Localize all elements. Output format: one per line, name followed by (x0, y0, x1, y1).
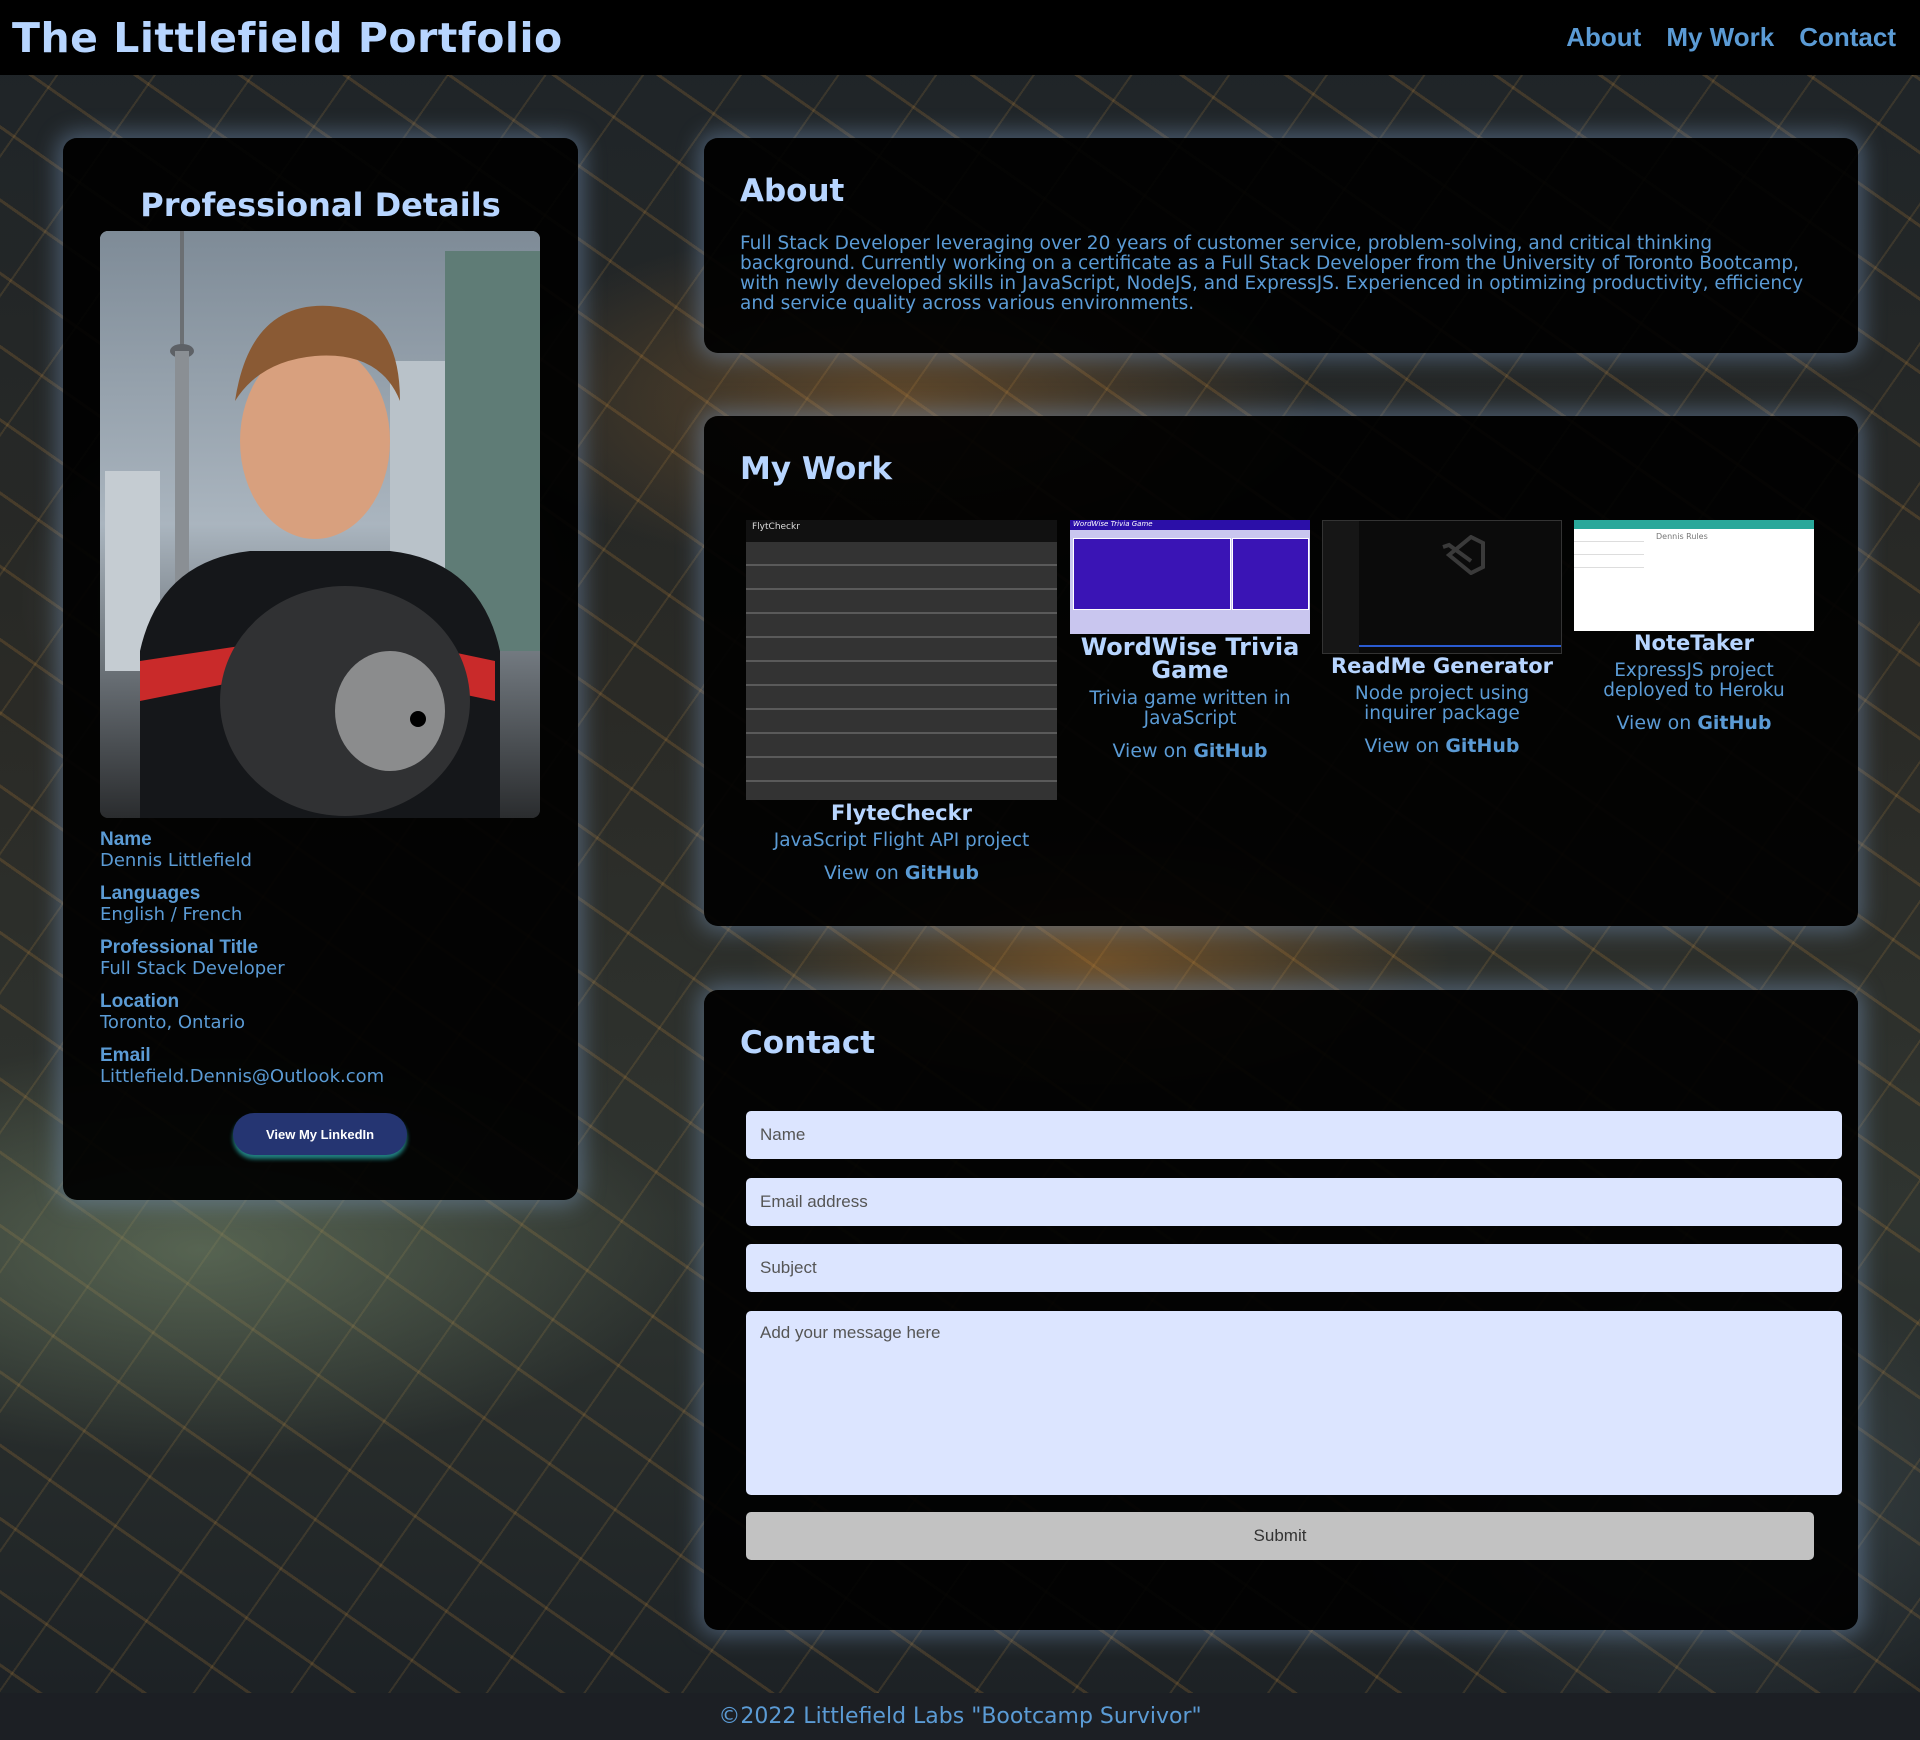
project-title: FlyteCheckr (831, 801, 972, 825)
project-screenshot[interactable]: Dennis Rules (1574, 520, 1814, 631)
project-description: JavaScript Flight API project (773, 830, 1030, 851)
contact-heading: Contact (740, 1025, 876, 1061)
project-card-notetaker: Dennis Rules NoteTaker ExpressJS project… (1574, 520, 1814, 734)
project-description: ExpressJS project deployed to Heroku (1603, 660, 1785, 701)
about-panel: About Full Stack Developer leveraging ov… (704, 138, 1858, 353)
github-link[interactable]: View on GitHub (1070, 740, 1310, 762)
detail-value: Dennis Littlefield (100, 850, 252, 871)
detail-value: Littlefield.Dennis@Outlook.com (100, 1066, 385, 1087)
nav-link-my-work[interactable]: My Work (1666, 22, 1774, 53)
site-footer: ©2022 Littlefield Labs "Bootcamp Survivo… (0, 1693, 1920, 1740)
screenshot-app-label: FlytCheckr (746, 520, 1057, 542)
professional-details-panel: Professional Details Name Dennis Littlef… (63, 138, 578, 1200)
screenshot-status-bar (1359, 645, 1561, 647)
detail-value: Toronto, Ontario (100, 1012, 245, 1033)
email-input[interactable] (746, 1178, 1842, 1226)
name-input[interactable] (746, 1111, 1842, 1159)
github-link-strong: GitHub (904, 862, 980, 884)
github-link-strong: GitHub (1697, 712, 1772, 734)
screenshot-app-label: WordWise Trivia Game (1070, 520, 1310, 530)
detail-label: Email (100, 1045, 151, 1066)
about-heading: About (740, 173, 845, 209)
screenshot-editor-sidebar (1323, 521, 1359, 653)
detail-label: Languages (100, 883, 201, 904)
project-card-wordwise: WordWise Trivia Game WordWise Trivia Gam… (1070, 520, 1310, 762)
project-screenshot[interactable]: FlytCheckr (746, 520, 1057, 800)
github-link-prefix: View on (823, 862, 905, 884)
github-link[interactable]: View on GitHub (1574, 712, 1814, 734)
project-screenshot[interactable] (1322, 520, 1562, 654)
profile-photo (100, 231, 540, 818)
project-title: ReadMe Generator (1330, 654, 1554, 678)
main-nav: About My Work Contact (1566, 22, 1896, 53)
footer-text: ©2022 Littlefield Labs "Bootcamp Survivo… (718, 1704, 1202, 1729)
details-heading: Professional Details (140, 186, 501, 224)
contact-panel: Contact Submit (704, 990, 1858, 1630)
view-linkedin-button[interactable]: View My LinkedIn (233, 1113, 407, 1155)
detail-label: Professional Title (100, 937, 259, 958)
github-link-prefix: View on (1112, 740, 1194, 762)
project-title: WordWise Trivia Game (1080, 633, 1300, 684)
github-link[interactable]: View on GitHub (746, 862, 1057, 884)
nav-link-about[interactable]: About (1566, 22, 1641, 53)
detail-name: Name Dennis Littlefield (100, 830, 560, 872)
detail-label: Name (100, 829, 152, 850)
project-card-readme-generator: ReadMe Generator Node project using inqu… (1322, 520, 1562, 757)
my-work-heading: My Work (740, 451, 893, 487)
detail-value: Full Stack Developer (100, 958, 285, 979)
project-screenshot[interactable]: WordWise Trivia Game (1070, 520, 1310, 634)
screenshot-nav-bar (1574, 520, 1814, 529)
detail-value: English / French (100, 904, 243, 925)
detail-languages: Languages English / French (100, 884, 560, 926)
my-work-panel: My Work FlytCheckr FlyteCheckr JavaScrip… (704, 416, 1858, 926)
about-text: Full Stack Developer leveraging over 20 … (740, 233, 1804, 314)
github-link-prefix: View on (1364, 735, 1446, 757)
github-link-prefix: View on (1616, 712, 1698, 734)
site-title: The Littlefield Portfolio (12, 13, 563, 62)
github-link[interactable]: View on GitHub (1322, 735, 1562, 757)
detail-label: Location (100, 991, 180, 1012)
github-link-strong: GitHub (1193, 740, 1268, 762)
detail-email: Email Littlefield.Dennis@Outlook.com (100, 1046, 560, 1088)
site-header: The Littlefield Portfolio About My Work … (0, 0, 1920, 75)
detail-professional-title: Professional Title Full Stack Developer (100, 938, 560, 980)
detail-location: Location Toronto, Ontario (100, 992, 560, 1034)
screenshot-note-list (1574, 529, 1644, 569)
profile-photo-illustration (100, 231, 540, 818)
github-link-strong: GitHub (1445, 735, 1520, 757)
details-list: Name Dennis Littlefield Languages Englis… (100, 830, 560, 1100)
screenshot-table (746, 542, 1057, 800)
project-card-flytecheckr: FlytCheckr FlyteCheckr JavaScript Flight… (746, 520, 1057, 884)
screenshot-score-box (1232, 538, 1309, 610)
project-title: NoteTaker (1633, 631, 1755, 655)
screenshot-question-box (1073, 538, 1231, 610)
project-description: Trivia game written in JavaScript (1089, 688, 1291, 729)
screenshot-note-title: Dennis Rules (1656, 532, 1708, 541)
message-textarea[interactable] (746, 1311, 1842, 1495)
vscode-logo-icon (1442, 535, 1485, 575)
subject-input[interactable] (746, 1244, 1842, 1292)
submit-button[interactable]: Submit (746, 1512, 1814, 1560)
nav-link-contact[interactable]: Contact (1799, 22, 1896, 53)
project-description: Node project using inquirer package (1354, 683, 1530, 724)
